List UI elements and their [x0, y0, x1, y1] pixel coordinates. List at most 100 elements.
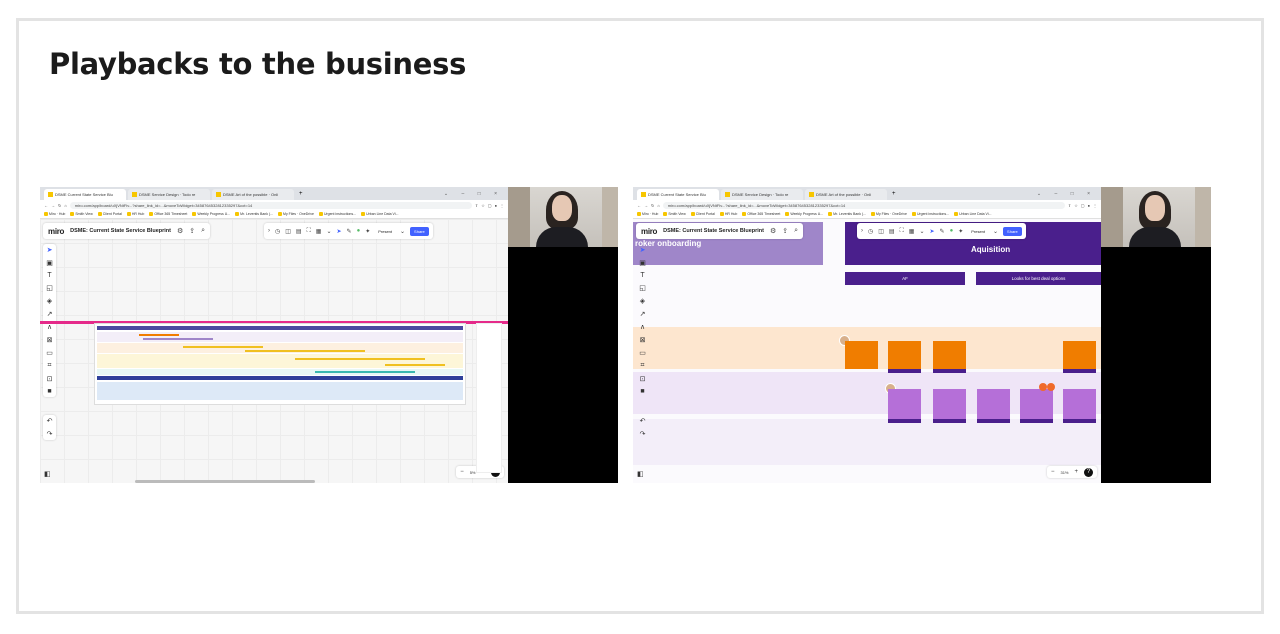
comment-icon[interactable]: ▭	[639, 349, 646, 357]
board-name[interactable]: DSME: Current State Service Blueprint	[70, 228, 171, 234]
notification-icon[interactable]: ✦	[958, 228, 963, 235]
undo-icon[interactable]: ↶	[640, 417, 646, 425]
sticky-note[interactable]	[888, 389, 921, 419]
export-icon[interactable]: ⇪	[782, 227, 788, 235]
sticky-note[interactable]	[888, 341, 921, 369]
redo-icon[interactable]: ↷	[47, 430, 53, 438]
sticky-note[interactable]	[977, 389, 1010, 419]
fit-icon[interactable]: ⛶	[900, 228, 904, 235]
timer-icon[interactable]: ◷	[275, 228, 280, 235]
bookmark[interactable]: My Files · OneDrive	[871, 212, 907, 216]
share-button[interactable]: Share	[1003, 226, 1022, 236]
redo-icon[interactable]: ↷	[640, 430, 646, 438]
miro-logo[interactable]: miro	[641, 227, 657, 236]
browser-tab[interactable]: DSME Art of the possible · Onli	[212, 189, 294, 200]
chevron-icon[interactable]: ›	[268, 228, 270, 234]
forward-icon[interactable]: →	[644, 203, 648, 208]
miro-canvas[interactable]: miro DSME: Current State Service Bluepri…	[40, 219, 508, 483]
star-icon[interactable]: ☆	[1074, 203, 1078, 208]
search-icon[interactable]: ⌕	[201, 227, 205, 235]
new-tab-icon[interactable]: +	[892, 191, 896, 197]
search-icon[interactable]: ⌕	[794, 227, 798, 235]
zoom-out-icon[interactable]: −	[460, 469, 464, 475]
user-avatar-icon[interactable]: ●	[950, 228, 954, 234]
back-icon[interactable]: ←	[44, 203, 48, 208]
sticky-note[interactable]	[933, 389, 966, 419]
help-icon[interactable]: ?	[1084, 467, 1093, 477]
url-field[interactable]: miro.com/app/board/uXjVNtFiv...?share_li…	[662, 201, 1065, 209]
sticky-note[interactable]	[933, 341, 966, 369]
pen-icon[interactable]: ∧	[640, 323, 645, 331]
export-icon[interactable]: ⇪	[189, 227, 195, 235]
user-avatar-icon[interactable]: ●	[357, 228, 361, 234]
zoom-out-icon[interactable]: −	[1051, 469, 1055, 475]
undo-icon[interactable]: ↶	[47, 417, 53, 425]
share-icon[interactable]: ⇪	[1068, 203, 1071, 208]
window-controls[interactable]: ⌄ – □ ×	[444, 191, 508, 197]
sticky-note[interactable]	[1063, 389, 1096, 419]
cursor-icon[interactable]: ➤	[337, 228, 342, 235]
bookmark[interactable]: Weekly Progress U...	[785, 212, 823, 216]
frame-icon[interactable]: ⊠	[47, 336, 53, 344]
present-dropdown-icon[interactable]: ⌄	[993, 228, 998, 235]
horizontal-scrollbar[interactable]	[135, 480, 315, 483]
more-icon[interactable]: ⌄	[326, 228, 331, 235]
url-field[interactable]: miro.com/app/board/uXjVNtFiv...?share_li…	[69, 201, 472, 209]
zoom-level[interactable]: 5%	[470, 470, 476, 475]
browser-tab[interactable]: DSME Current State Service Blu	[44, 189, 126, 200]
comment-icon[interactable]: ▭	[46, 349, 53, 357]
bookmark[interactable]: Urban Line Data Vi...	[954, 212, 992, 216]
frames-icon[interactable]: ◫	[285, 228, 291, 235]
extensions-icon[interactable]: ▢	[1081, 203, 1085, 208]
bookmark[interactable]: Client Portal	[97, 212, 122, 216]
panel-toggle-icon[interactable]: ◧	[637, 470, 644, 478]
frame-icon[interactable]: ⊠	[640, 336, 646, 344]
back-icon[interactable]: ←	[637, 203, 641, 208]
sticky-note[interactable]	[845, 341, 878, 369]
home-icon[interactable]: ⌂	[64, 203, 66, 208]
reload-icon[interactable]: ↻	[58, 203, 61, 208]
bookmark[interactable]: Urgent instructions...	[911, 212, 949, 216]
forward-icon[interactable]: →	[51, 203, 55, 208]
templates-icon[interactable]: ▣	[639, 259, 646, 267]
templates-icon[interactable]: ▣	[46, 259, 53, 267]
miro-canvas[interactable]: roker onboarding Aquisition AF Looks for…	[633, 219, 1101, 483]
select-tool-icon[interactable]: ➤	[47, 246, 53, 254]
bookmark[interactable]: Mr. Leventis Bank (...	[828, 212, 866, 216]
service-blueprint-board[interactable]	[94, 323, 466, 405]
bookmark[interactable]: Smith View	[663, 212, 686, 216]
apps-icon[interactable]: ■	[47, 388, 51, 395]
frame-tool-icon[interactable]: ⌗	[48, 362, 52, 370]
sticky-note-icon[interactable]: ◱	[639, 284, 646, 292]
profile-icon[interactable]: ●	[1088, 203, 1090, 208]
share-button[interactable]: Share	[410, 226, 429, 236]
menu-icon[interactable]: ⋮	[500, 203, 504, 208]
panel-toggle-icon[interactable]: ◧	[44, 470, 51, 478]
more-icon[interactable]: ⌄	[919, 228, 924, 235]
settings-icon[interactable]: ⚙	[770, 227, 776, 235]
apps-icon[interactable]: ■	[640, 388, 644, 395]
bookmark[interactable]: Mr. Leventis Bank (...	[235, 212, 273, 216]
bookmark[interactable]: Office 365 Timesheet	[742, 212, 780, 216]
miro-logo[interactable]: miro	[48, 227, 64, 236]
sticky-note[interactable]	[1063, 341, 1096, 369]
menu-icon[interactable]: ⋮	[1093, 203, 1097, 208]
profile-icon[interactable]: ●	[495, 203, 497, 208]
notification-icon[interactable]: ✦	[365, 228, 370, 235]
bookmark[interactable]: Urban Line Data Vi...	[361, 212, 399, 216]
zoom-in-icon[interactable]: +	[1074, 469, 1078, 475]
select-tool-icon[interactable]: ➤	[640, 246, 646, 254]
notes-icon[interactable]: ▤	[296, 228, 302, 235]
fit-icon[interactable]: ⛶	[307, 228, 311, 235]
bookmark[interactable]: Office 365 Timesheet	[149, 212, 187, 216]
bookmark[interactable]: Client Portal	[690, 212, 715, 216]
timer-icon[interactable]: ◷	[868, 228, 873, 235]
share-icon[interactable]: ⇪	[475, 203, 478, 208]
extensions-icon[interactable]: ▢	[488, 203, 492, 208]
upload-icon[interactable]: ⊡	[47, 375, 53, 383]
bookmark[interactable]: Miro · Hub	[637, 212, 658, 216]
cursor-icon[interactable]: ➤	[930, 228, 935, 235]
browser-tab[interactable]: DSME Current State Service Blu	[637, 189, 719, 200]
text-tool-icon[interactable]: T	[640, 272, 644, 279]
bookmark[interactable]: HR Hub	[719, 212, 737, 216]
